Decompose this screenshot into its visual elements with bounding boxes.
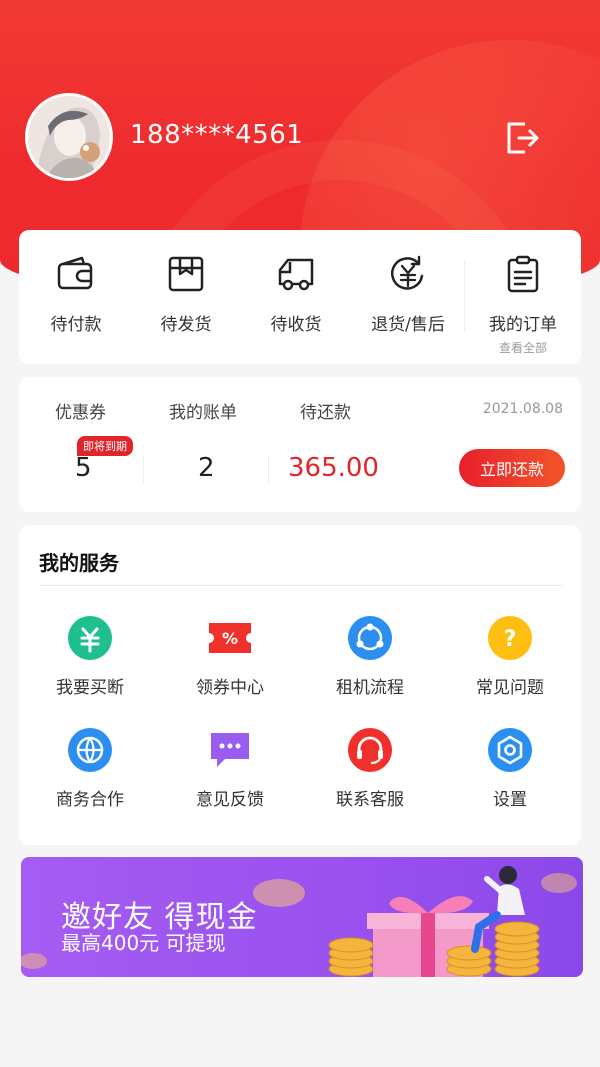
truck-icon xyxy=(278,258,314,291)
box-icon xyxy=(168,256,204,292)
chat-icon xyxy=(211,733,249,767)
order-pending-payment[interactable]: 待付款 xyxy=(21,254,131,335)
refund-icon xyxy=(390,255,424,290)
due-date: 2021.08.08 xyxy=(482,401,563,417)
yuan-icon xyxy=(68,616,112,660)
services-title: 我的服务 xyxy=(39,551,119,575)
divider xyxy=(268,455,269,485)
bill-label: 我的账单 xyxy=(169,403,237,423)
service-label: 常见问题 xyxy=(476,678,544,698)
bill-count[interactable]: 2 xyxy=(198,453,215,483)
divider xyxy=(143,455,144,485)
flow-icon xyxy=(348,616,392,660)
order-all[interactable]: 我的订单 查看全部 xyxy=(468,254,578,356)
service-label: 联系客服 xyxy=(336,790,404,810)
service-buyout[interactable]: 我要买断 xyxy=(20,615,160,698)
question-icon: ? xyxy=(488,616,532,660)
avatar[interactable] xyxy=(25,93,113,181)
service-label: 我要买断 xyxy=(56,678,124,698)
wallet-icon xyxy=(57,256,93,290)
order-label: 退货/售后 xyxy=(371,315,445,335)
settings-icon xyxy=(488,728,532,772)
coupon-count[interactable]: 5 xyxy=(75,453,92,483)
svg-text:%: % xyxy=(222,629,238,648)
order-pending-shipment[interactable]: 待发货 xyxy=(131,254,241,335)
order-label: 我的订单 xyxy=(489,315,557,335)
order-refund[interactable]: 退货/售后 xyxy=(353,254,463,335)
order-pending-receipt[interactable]: 待收货 xyxy=(241,254,351,335)
services-card: 我的服务 我要买断 % 领券中心 租机流程 ? 常见问题 商务合作 意见反馈 联… xyxy=(19,525,581,845)
repay-button[interactable]: 立即还款 xyxy=(459,449,565,487)
due-amount[interactable]: 365.00 xyxy=(288,453,379,483)
service-label: 意见反馈 xyxy=(196,790,264,810)
orders-card: 待付款 待发货 待收货 退货/售后 我的订单 查看全部 xyxy=(19,230,581,364)
service-label: 租机流程 xyxy=(336,678,404,698)
service-feedback[interactable]: 意见反馈 xyxy=(160,727,300,810)
headset-icon xyxy=(348,728,392,772)
invite-banner[interactable]: 邀好友 得现金 最高400元 可提现 xyxy=(21,857,583,977)
service-coupon-center[interactable]: % 领券中心 xyxy=(160,615,300,698)
clipboard-icon xyxy=(507,255,539,293)
coupon-label: 优惠券 xyxy=(55,403,106,423)
view-all-link[interactable]: 查看全部 xyxy=(468,339,578,356)
service-customer-support[interactable]: 联系客服 xyxy=(300,727,440,810)
order-label: 待发货 xyxy=(160,315,212,335)
user-phone: 188****4561 xyxy=(130,120,304,150)
coupon-icon: % xyxy=(209,623,251,653)
svg-text:?: ? xyxy=(504,627,517,652)
service-business[interactable]: 商务合作 xyxy=(20,727,160,810)
globe-icon xyxy=(68,728,112,772)
due-label: 待还款 xyxy=(300,403,351,423)
avatar-image xyxy=(28,96,110,178)
divider xyxy=(39,585,563,586)
service-faq[interactable]: ? 常见问题 xyxy=(440,615,580,698)
order-label: 待付款 xyxy=(50,315,102,335)
service-label: 商务合作 xyxy=(56,790,124,810)
service-label: 领券中心 xyxy=(196,678,264,698)
service-settings[interactable]: 设置 xyxy=(440,727,580,810)
service-rental-flow[interactable]: 租机流程 xyxy=(300,615,440,698)
divider xyxy=(464,260,465,332)
service-label: 设置 xyxy=(493,790,527,810)
bills-card: 优惠券 我的账单 待还款 2021.08.08 即将到期 5 2 365.00 … xyxy=(19,377,581,512)
order-label: 待收货 xyxy=(270,315,322,335)
logout-icon[interactable] xyxy=(503,118,543,158)
banner-subtitle: 最高400元 可提现 xyxy=(61,931,226,955)
